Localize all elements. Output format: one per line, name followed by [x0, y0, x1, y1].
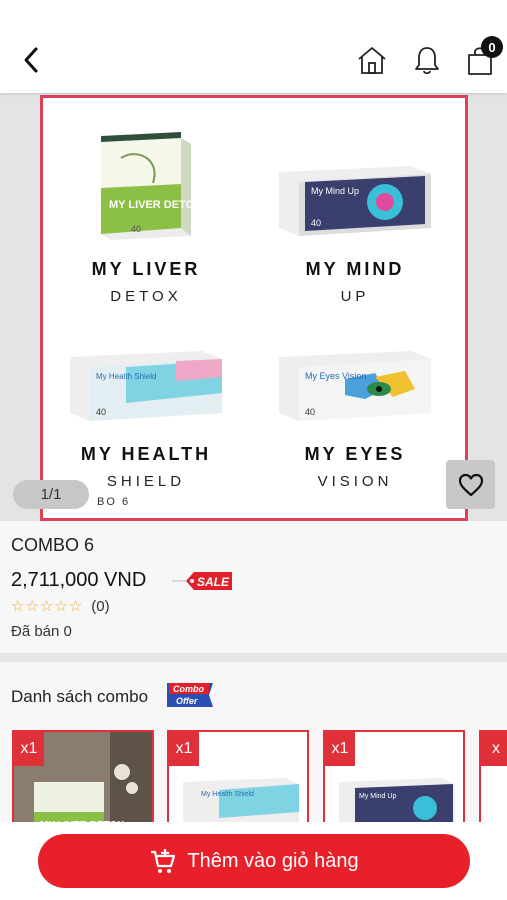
product-subname: DETOX: [110, 288, 182, 305]
product-item-health-shield: My Health Shield 40 MY HEALTH SHIELD: [51, 333, 241, 490]
health-shield-box-image: My Health Shield 40: [70, 351, 222, 421]
product-info: COMBO 6 2,711,000 VND SALE ☆ ☆ ☆ ☆ ☆ (0)…: [0, 521, 507, 653]
star-outline-icon: ☆: [54, 598, 68, 615]
svg-text:40: 40: [311, 218, 321, 228]
svg-text:40: 40: [305, 407, 315, 417]
combo-item[interactable]: x: [479, 730, 507, 822]
image-counter: 1/1: [13, 480, 89, 509]
product-title: COMBO 6: [11, 535, 95, 555]
back-button[interactable]: [14, 42, 48, 78]
sale-tag-icon: SALE: [172, 572, 232, 590]
svg-text:40: 40: [96, 407, 106, 417]
product-name: MY HEALTH: [80, 444, 212, 464]
svg-text:My Eyes Vision: My Eyes Vision: [305, 371, 366, 381]
product-image: MY LIVER DETOX 40 MY LIVER DETOX My Mind…: [40, 95, 468, 521]
product-image-gallery[interactable]: MY LIVER DETOX 40 MY LIVER DETOX My Mind…: [0, 93, 507, 521]
product-item-mind-up: My Mind Up 40 MY MIND UP: [260, 128, 450, 305]
add-to-cart-button[interactable]: Thêm vào giỏ hàng: [38, 834, 470, 888]
product-price: 2,711,000 VND: [11, 569, 147, 591]
cart-add-icon: [151, 849, 176, 873]
svg-text:MY LIVER DETOX: MY LIVER DETOX: [109, 199, 201, 211]
product-item-eyes-vision: My Eyes Vision 40 MY EYES VISION: [260, 333, 450, 490]
svg-text:Offer: Offer: [176, 696, 198, 706]
section-divider: [0, 653, 507, 662]
combo-item-qty: x: [481, 732, 507, 766]
combo-item-qty: x1: [169, 732, 199, 766]
home-button[interactable]: [355, 42, 389, 78]
cart-count-badge: 0: [481, 36, 503, 58]
product-name: MY LIVER: [91, 259, 201, 279]
svg-text:40: 40: [131, 224, 141, 234]
mind-up-box-image: My Mind Up 40: [279, 166, 431, 236]
combo-list-title: Danh sách combo: [11, 687, 149, 706]
rating-stars: ☆ ☆ ☆ ☆ ☆ (0): [11, 598, 110, 615]
star-outline-icon: ☆: [25, 598, 39, 615]
svg-text:My Health Shield: My Health Shield: [96, 372, 156, 381]
star-outline-icon: ☆: [11, 598, 25, 615]
combo-item[interactable]: My Mind Up x1: [323, 730, 465, 822]
combo-item-qty: x1: [325, 732, 355, 766]
rating-count: (0): [91, 598, 110, 615]
combo-list-section: Danh sách combo Combo Offer MY LIVER DET…: [0, 662, 507, 822]
svg-text:My Mind Up: My Mind Up: [359, 793, 396, 800]
combo-item[interactable]: My Health Shield x1: [167, 730, 309, 822]
product-name: MY MIND: [305, 259, 405, 279]
combo-item[interactable]: MY LIVER DETOX x1: [12, 730, 154, 822]
liver-detox-box-image: MY LIVER DETOX 40: [101, 132, 202, 240]
eyes-vision-box-image: My Eyes Vision 40: [279, 351, 431, 421]
star-outline-icon: ☆: [39, 598, 54, 615]
combo-offer-badge: Combo Offer: [167, 683, 213, 707]
product-name: MY EYES: [304, 444, 406, 464]
product-subname: VISION: [317, 473, 393, 490]
bell-icon: [415, 47, 439, 75]
svg-text:My Health Shield: My Health Shield: [201, 791, 254, 798]
svg-text:My Mind Up: My Mind Up: [311, 186, 359, 196]
add-to-cart-label: Thêm vào giỏ hàng: [187, 849, 359, 872]
image-caption: BO 6: [97, 496, 131, 508]
home-icon: [358, 47, 386, 74]
star-outline-icon: ☆: [68, 598, 83, 615]
svg-text:Combo: Combo: [173, 684, 204, 694]
product-item-liver-detox: MY LIVER DETOX 40 MY LIVER DETOX: [51, 128, 241, 305]
heart-icon: [458, 473, 483, 496]
notifications-button[interactable]: [410, 42, 444, 78]
favorite-button[interactable]: [446, 460, 495, 509]
combo-item-qty: x1: [14, 732, 44, 766]
product-subname: UP: [340, 288, 370, 305]
sold-count: Đã bán 0: [11, 623, 72, 640]
bottom-action-bar: Thêm vào giỏ hàng: [0, 822, 507, 900]
chevron-left-icon: [24, 47, 38, 73]
top-app-bar: 0: [0, 0, 507, 93]
cart-button[interactable]: 0: [463, 36, 503, 78]
svg-text:SALE: SALE: [197, 575, 230, 589]
